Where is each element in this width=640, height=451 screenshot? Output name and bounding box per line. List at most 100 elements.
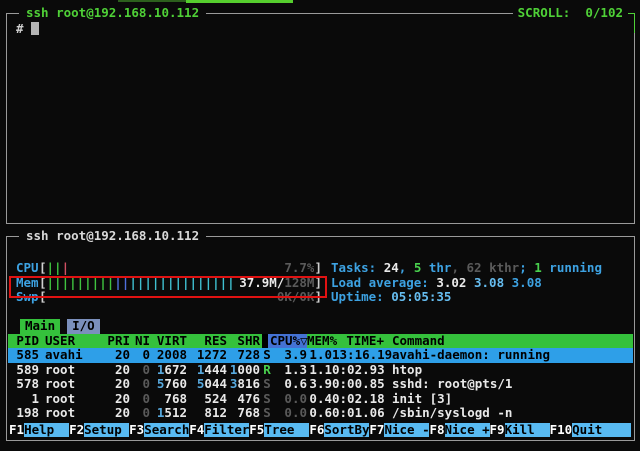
cell-shr: 768 — [227, 406, 260, 421]
shell-prompt[interactable]: # — [16, 21, 39, 36]
text-segment: Tasks: — [331, 260, 384, 275]
cell-shr: 476 — [227, 392, 260, 407]
text-segment: , 62 kthr — [451, 260, 519, 275]
swp-meter-value: 0K/0K — [277, 290, 315, 305]
text-cursor — [31, 22, 39, 35]
fnkey-label: F5 — [249, 423, 264, 438]
meter-close-bracket: ] — [314, 290, 322, 305]
col-header-time[interactable]: TIME+ — [332, 334, 384, 349]
cell-res: 524 — [187, 392, 227, 407]
fnkey-label: F2 — [69, 423, 84, 438]
cell-shr: 1000 — [227, 363, 260, 378]
cell-pid: 1 — [10, 392, 39, 407]
cell-pid: 578 — [10, 377, 39, 392]
tasks-summary: Tasks: 24, 5 thr, 62 kthr; 1 running — [331, 261, 602, 276]
cell-command: /sbin/syslogd -n — [384, 406, 633, 421]
table-row[interactable]: 1root200768524476S0.00.40:02.18init [3] — [8, 392, 633, 407]
cell-state: S — [260, 406, 274, 421]
terminal-pane-top[interactable]: ssh root@192.168.10.112 SCROLL: 0/102 # — [6, 13, 635, 224]
fnkey-label: F6 — [309, 423, 324, 438]
fnkey-action: Help — [24, 423, 69, 438]
mem-meter-label: Mem — [16, 276, 39, 291]
col-header-res[interactable]: RES — [187, 334, 227, 349]
text-segment: ; — [519, 260, 534, 275]
cell-ni: 0 — [130, 348, 150, 363]
cell-command: init [3] — [384, 392, 633, 407]
cell-pri: 20 — [103, 348, 130, 363]
fnkey-f5[interactable]: F5Tree — [249, 423, 309, 438]
col-header-user[interactable]: USER — [45, 334, 103, 349]
info-column: Tasks: 24, 5 thr, 62 kthr; 1 runningLoad… — [331, 261, 602, 305]
fnkey-f9[interactable]: F9Kill — [490, 423, 550, 438]
fnkey-action: Nice - — [384, 423, 429, 438]
fnkey-action: Search — [144, 423, 189, 438]
function-key-bar: F1HelpF2SetupF3SearchF4FilterF5TreeF6Sor… — [9, 423, 631, 438]
fnkey-f2[interactable]: F2Setup — [69, 423, 129, 438]
kb-digits: 672 — [164, 362, 187, 377]
text-segment: running — [542, 260, 602, 275]
cell-cpu: 0.0 — [274, 406, 307, 421]
fnkey-f10[interactable]: F10Quit — [550, 423, 631, 438]
cell-user: avahi — [45, 348, 103, 363]
cell-command: avahi-daemon: running — [384, 348, 633, 363]
text-segment: Uptime: — [331, 289, 391, 304]
pane-title-top: ssh root@192.168.10.112 — [19, 5, 206, 20]
cell-state: S — [260, 377, 274, 392]
col-header-mem[interactable]: MEM% — [307, 334, 332, 349]
cell-state: R — [260, 363, 274, 378]
fnkey-action: Filter — [204, 423, 249, 438]
terminal-pane-bottom[interactable]: ssh root@192.168.10.112 CPU[|||7.7%]Mem[… — [6, 236, 635, 441]
cell-virt: 1512 — [150, 406, 187, 421]
fnkey-f4[interactable]: F4Filter — [189, 423, 249, 438]
cell-ni: 0 — [130, 392, 150, 407]
fnkey-f8[interactable]: F8Nice + — [429, 423, 489, 438]
meter-close-bracket: ] — [314, 276, 322, 291]
table-row[interactable]: 589root200167214441000R1.31.10:02.93htop — [8, 363, 633, 378]
kb-digits: 044 — [204, 376, 227, 391]
fnkey-f1[interactable]: F1Help — [9, 423, 69, 438]
swp-meter: Swp[0K/0K] — [16, 290, 322, 305]
uptime: Uptime: 05:05:35 — [331, 290, 602, 305]
htop-app: CPU[|||7.7%]Mem[||||||||||||||||||||||||… — [8, 238, 633, 439]
col-header-pri[interactable]: PRI — [103, 334, 130, 349]
fnkey-f3[interactable]: F3Search — [129, 423, 189, 438]
cell-pri: 20 — [103, 406, 130, 421]
cell-command: htop — [384, 363, 633, 378]
cell-res: 1444 — [187, 363, 227, 378]
table-row[interactable]: 578root200576050443816S0.63.90:00.85sshd… — [8, 377, 633, 392]
meter-pipes: | — [62, 261, 70, 276]
cell-virt: 768 — [150, 392, 187, 407]
col-header-command[interactable]: Command — [384, 334, 633, 349]
cell-cpu: 1.3 — [274, 363, 307, 378]
cell-mem: 1.1 — [307, 363, 332, 378]
meters-column: CPU[|||7.7%]Mem[||||||||||||||||||||||||… — [16, 261, 322, 305]
cell-ni: 0 — [130, 406, 150, 421]
col-header-virt[interactable]: VIRT — [150, 334, 187, 349]
text-segment: 37.9M/ — [239, 276, 284, 290]
text-segment: 3.08 — [512, 275, 542, 290]
cell-user: root — [45, 377, 103, 392]
table-row[interactable]: 198root2001512812768S0.00.60:01.06/sbin/… — [8, 406, 633, 421]
text-segment: , — [399, 260, 414, 275]
tab-i/o[interactable]: I/O — [67, 319, 100, 334]
table-row[interactable]: 585avahi20020081272728S3.91.013:16.19ava… — [8, 348, 633, 363]
col-header-pid[interactable]: PID — [10, 334, 39, 349]
tab-main[interactable]: Main — [20, 319, 60, 334]
cell-res: 812 — [187, 406, 227, 421]
fnkey-label: F9 — [490, 423, 505, 438]
cell-cpu: 0.6 — [274, 377, 307, 392]
load-average: Load average: 3.02 3.08 3.08 — [331, 276, 602, 291]
kb-digits: 000 — [237, 362, 260, 377]
kb-digits: 768 — [237, 405, 260, 420]
col-header-cpu-sorted[interactable]: CPU%▽ — [262, 334, 307, 349]
meter-pipes: || — [114, 276, 129, 291]
swp-meter-bars: 0K/0K — [47, 290, 315, 305]
cell-user: root — [45, 392, 103, 407]
cell-pid: 585 — [10, 348, 39, 363]
col-header-ni[interactable]: NI — [130, 334, 150, 349]
fnkey-f7[interactable]: F7Nice - — [369, 423, 429, 438]
fnkey-f6[interactable]: F6SortBy — [309, 423, 369, 438]
col-header-shr[interactable]: SHR — [227, 334, 260, 349]
htop-header-area: CPU[|||7.7%]Mem[||||||||||||||||||||||||… — [8, 261, 633, 305]
kb-digits: 272 — [204, 347, 227, 362]
